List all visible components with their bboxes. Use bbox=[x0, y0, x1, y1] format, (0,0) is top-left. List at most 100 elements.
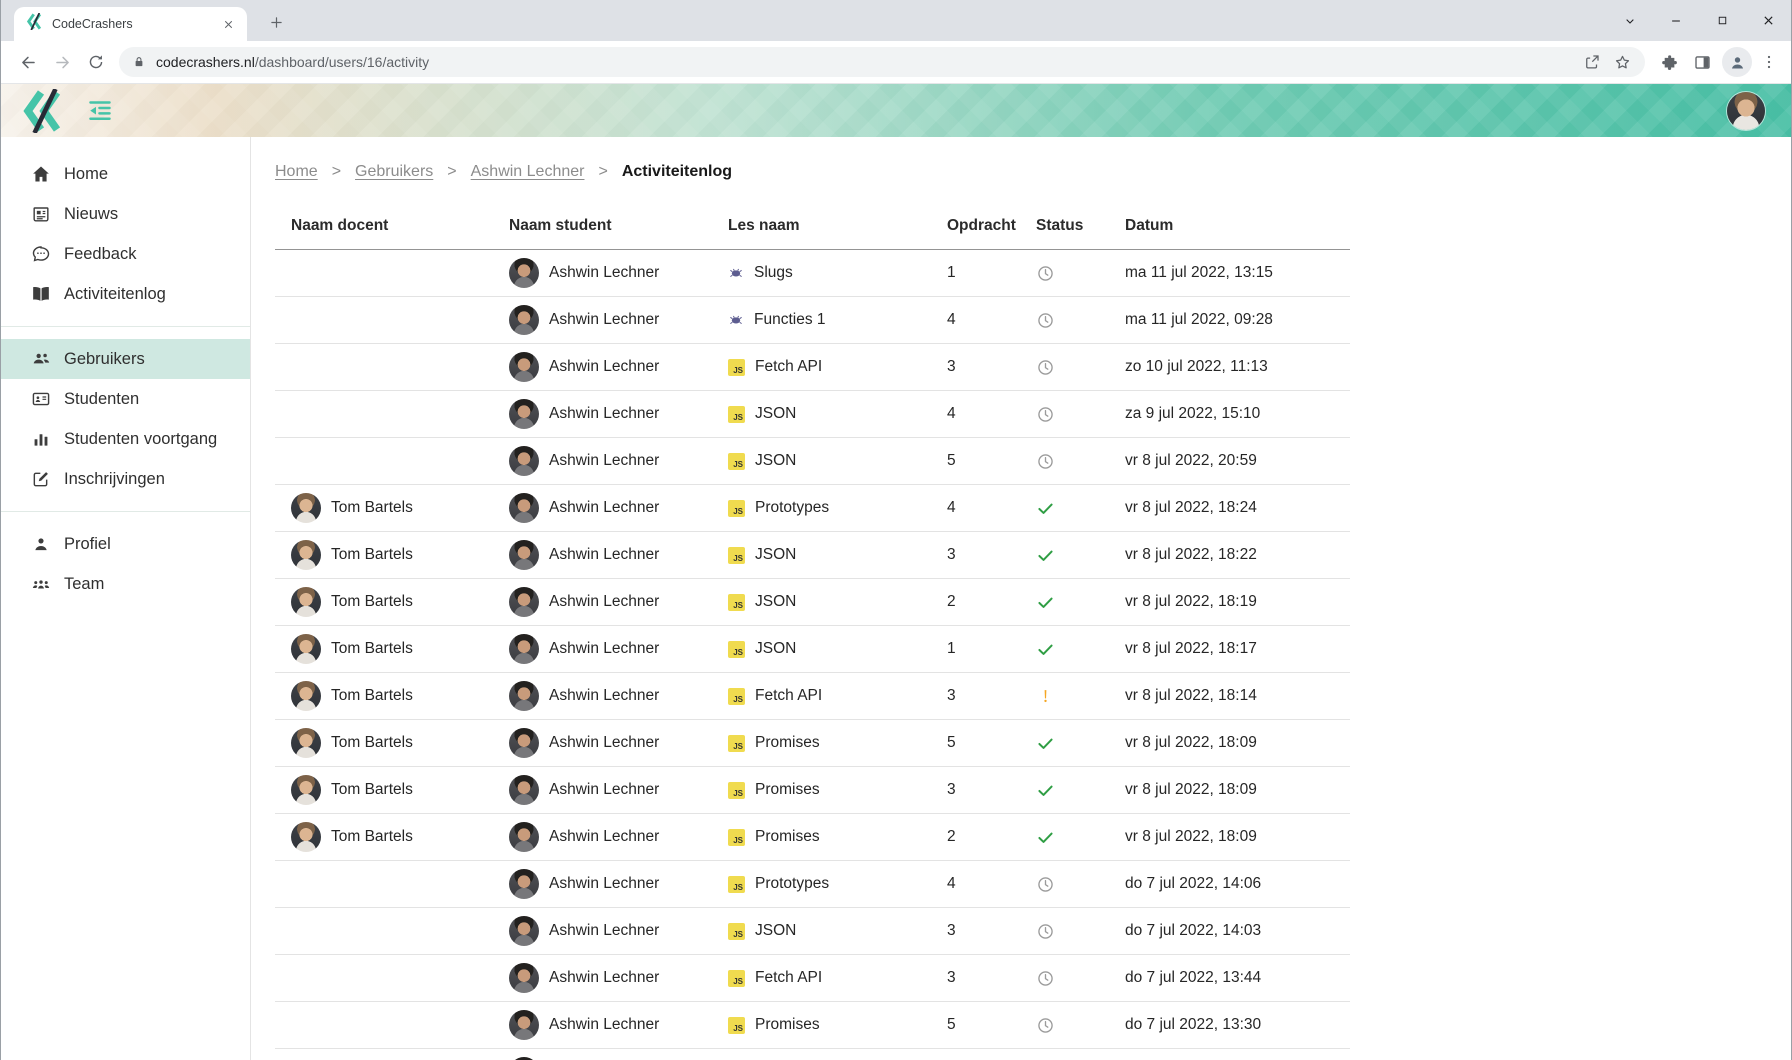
address-bar[interactable]: codecrashers.nl/dashboard/users/16/activ… bbox=[119, 47, 1645, 77]
javascript-icon: JS bbox=[728, 688, 745, 705]
favicon bbox=[26, 13, 43, 35]
status-cell bbox=[1020, 640, 1109, 659]
minimize-button[interactable] bbox=[1653, 0, 1699, 41]
user-avatar[interactable] bbox=[1727, 92, 1765, 130]
check-icon bbox=[1036, 734, 1055, 753]
student-avatar bbox=[509, 446, 539, 476]
table-row: Tom BartelsAshwin LechnerJSJSON1vr 8 jul… bbox=[275, 626, 1350, 673]
sidebar-item-activiteitenlog[interactable]: Activiteitenlog bbox=[1, 274, 250, 314]
column-header: Les naam bbox=[712, 217, 931, 235]
lock-icon[interactable] bbox=[132, 55, 146, 69]
check-icon bbox=[1036, 828, 1055, 847]
student-name: Ashwin Lechner bbox=[549, 828, 659, 846]
sidebar-item-profiel[interactable]: Profiel bbox=[1, 524, 250, 564]
window-close-button[interactable] bbox=[1745, 0, 1791, 41]
student-cell: Ashwin Lechner bbox=[493, 634, 712, 664]
status-cell bbox=[1020, 405, 1109, 424]
url-path: /dashboard/users/16/activity bbox=[255, 54, 429, 70]
reload-button[interactable] bbox=[79, 45, 113, 79]
warning-icon bbox=[1036, 687, 1055, 706]
breadcrumb-item[interactable]: Home bbox=[275, 163, 318, 181]
lesson-name: JSON bbox=[755, 593, 796, 611]
opdracht-cell: 2 bbox=[931, 593, 1020, 611]
check-icon bbox=[1036, 499, 1055, 518]
status-cell bbox=[1020, 969, 1109, 988]
bookmark-star-button[interactable] bbox=[1607, 47, 1637, 77]
student-name: Ashwin Lechner bbox=[549, 687, 659, 705]
lesson-cell: JSFetch API bbox=[712, 969, 931, 987]
table-row: Tom BartelsAshwin LechnerJSJSON3vr 8 jul… bbox=[275, 532, 1350, 579]
new-tab-button[interactable] bbox=[263, 9, 289, 35]
sidebar-collapse-button[interactable] bbox=[87, 98, 115, 124]
status-cell bbox=[1020, 828, 1109, 847]
lesson-cell: JSJSON bbox=[712, 593, 931, 611]
docent-avatar bbox=[291, 775, 321, 805]
users-icon bbox=[31, 349, 51, 369]
course-icon bbox=[728, 265, 744, 281]
sidebar-item-home[interactable]: Home bbox=[1, 154, 250, 194]
browser-menu-button[interactable] bbox=[1755, 45, 1783, 79]
sidebar-item-studenten-voortgang[interactable]: Studenten voortgang bbox=[1, 419, 250, 459]
table-row: Ashwin LechnerJSJSON5vr 8 jul 2022, 20:5… bbox=[275, 438, 1350, 485]
opdracht-cell: 2 bbox=[931, 828, 1020, 846]
sidebar-item-studenten[interactable]: Studenten bbox=[1, 379, 250, 419]
student-name: Ashwin Lechner bbox=[549, 546, 659, 564]
tab-search-button[interactable] bbox=[1607, 0, 1653, 41]
side-panel-button[interactable] bbox=[1685, 45, 1719, 79]
sidebar-item-feedback[interactable]: Feedback bbox=[1, 234, 250, 274]
sidebar-item-label: Studenten voortgang bbox=[64, 430, 217, 449]
main-content: Home>Gebruikers>Ashwin Lechner>Activitei… bbox=[251, 137, 1791, 1060]
student-avatar bbox=[509, 634, 539, 664]
profile-icon bbox=[1728, 53, 1747, 72]
news-icon bbox=[31, 204, 51, 224]
breadcrumb-item: Activiteitenlog bbox=[622, 163, 732, 181]
share-icon bbox=[1583, 53, 1601, 71]
docent-name: Tom Bartels bbox=[331, 499, 413, 517]
datum-cell: zo 10 jul 2022, 11:13 bbox=[1109, 358, 1350, 376]
url-text: codecrashers.nl/dashboard/users/16/activ… bbox=[156, 54, 1577, 70]
docent-name: Tom Bartels bbox=[331, 593, 413, 611]
back-icon bbox=[19, 53, 38, 72]
lesson-cell: JSFetch API bbox=[712, 687, 931, 705]
breadcrumb-separator: > bbox=[332, 163, 341, 181]
student-cell: Ashwin Lechner bbox=[493, 352, 712, 382]
maximize-icon bbox=[1715, 13, 1730, 28]
opdracht-cell: 5 bbox=[931, 1016, 1020, 1034]
datum-cell: ma 11 jul 2022, 09:28 bbox=[1109, 311, 1350, 329]
sidebar-item-label: Studenten bbox=[64, 390, 139, 409]
lesson-name: JSON bbox=[755, 922, 796, 940]
app-logo[interactable] bbox=[21, 89, 67, 133]
breadcrumb-item[interactable]: Ashwin Lechner bbox=[471, 163, 585, 181]
sidebar-item-nieuws[interactable]: Nieuws bbox=[1, 194, 250, 234]
book-icon bbox=[31, 284, 51, 304]
status-cell bbox=[1020, 264, 1109, 283]
check-icon bbox=[1036, 781, 1055, 800]
sidebar-divider bbox=[1, 326, 250, 327]
browser-profile-button[interactable] bbox=[1722, 47, 1752, 77]
tab-close-button[interactable] bbox=[217, 13, 239, 35]
chart-icon bbox=[31, 429, 51, 449]
maximize-button[interactable] bbox=[1699, 0, 1745, 41]
student-name: Ashwin Lechner bbox=[549, 875, 659, 893]
forward-button[interactable] bbox=[45, 45, 79, 79]
student-cell: Ashwin Lechner bbox=[493, 493, 712, 523]
share-button[interactable] bbox=[1577, 47, 1607, 77]
student-avatar bbox=[509, 493, 539, 523]
sidebar-item-label: Activiteitenlog bbox=[64, 285, 166, 304]
sidebar-item-inschrijvingen[interactable]: Inschrijvingen bbox=[1, 459, 250, 499]
javascript-icon: JS bbox=[728, 829, 745, 846]
plus-icon bbox=[268, 14, 285, 31]
sidebar-item-team[interactable]: Team bbox=[1, 564, 250, 604]
extensions-icon[interactable] bbox=[1651, 45, 1685, 79]
lesson-name: Promises bbox=[755, 734, 820, 752]
javascript-icon: JS bbox=[728, 1017, 745, 1034]
table-row bbox=[275, 1049, 1350, 1060]
sidebar-item-label: Team bbox=[64, 575, 104, 594]
breadcrumb-item[interactable]: Gebruikers bbox=[355, 163, 433, 181]
column-header: Datum bbox=[1109, 217, 1350, 235]
check-icon bbox=[1036, 593, 1055, 612]
browser-tab[interactable]: CodeCrashers bbox=[14, 7, 247, 41]
back-button[interactable] bbox=[11, 45, 45, 79]
logo-icon bbox=[21, 89, 65, 133]
sidebar-item-gebruikers[interactable]: Gebruikers bbox=[1, 339, 250, 379]
